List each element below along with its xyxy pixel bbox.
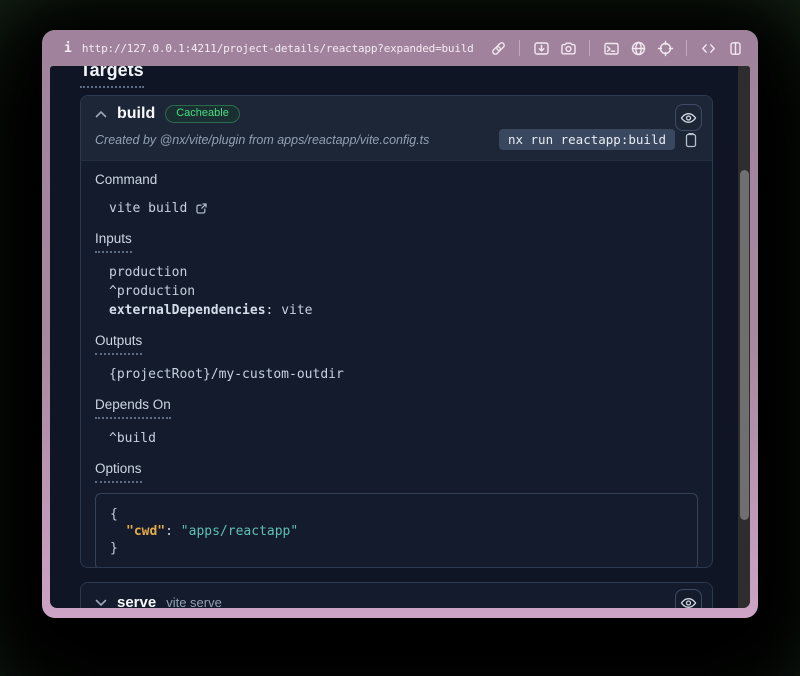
serve-command-summary: vite serve: [166, 595, 222, 609]
outputs-label: Outputs: [95, 333, 142, 355]
split-panel-icon[interactable]: [726, 39, 744, 57]
output-item: {projectRoot}/my-custom-outdir: [109, 365, 698, 384]
view-target-graph-button[interactable]: [675, 589, 702, 608]
depends-on-section: Depends On ^build: [95, 396, 698, 448]
options-section: Options { "cwd": "apps/reactapp" }: [95, 460, 698, 568]
inputs-label: Inputs: [95, 231, 132, 253]
options-label: Options: [95, 461, 142, 483]
json-close-brace: }: [110, 540, 683, 557]
chevron-up-icon[interactable]: [95, 110, 107, 119]
globe-icon[interactable]: [629, 39, 647, 57]
input-item: ^production: [109, 282, 698, 301]
inputs-section: Inputs production ^production externalDe…: [95, 230, 698, 320]
page-viewport: Targets build Cacheable C: [50, 66, 750, 608]
toolbar-separator: [519, 40, 520, 56]
build-card-body: Command vite build Inputs production: [81, 161, 712, 568]
toolbar-separator: [686, 40, 687, 56]
target-card-build: build Cacheable Created by @nx/vite/plug…: [80, 95, 713, 568]
chevron-down-icon[interactable]: [95, 598, 107, 607]
json-cwd-line: "cwd": "apps/reactapp": [110, 523, 683, 540]
build-card-header[interactable]: build Cacheable Created by @nx/vite/plug…: [81, 96, 712, 161]
toolbar-icon-group: [489, 39, 744, 57]
url-bar[interactable]: http://127.0.0.1:4211/project-details/re…: [82, 42, 489, 55]
command-value: vite build: [109, 199, 187, 218]
json-open-brace: {: [110, 506, 683, 523]
cacheable-badge: Cacheable: [165, 105, 240, 123]
scrollbar-track[interactable]: [738, 66, 750, 608]
command-label: Command: [95, 172, 157, 188]
serve-card-header[interactable]: serve vite serve: [81, 583, 712, 608]
depends-on-item: ^build: [109, 429, 698, 448]
run-command-chip: nx run reactapp:build: [499, 129, 675, 150]
link-icon[interactable]: [489, 39, 507, 57]
command-section: Command vite build: [95, 171, 698, 218]
target-card-serve: serve vite serve: [80, 582, 713, 608]
external-link-icon[interactable]: [195, 202, 208, 215]
browser-window: i http://127.0.0.1:4211/project-details/…: [42, 30, 758, 618]
info-icon[interactable]: i: [64, 41, 72, 56]
page-title: Targets: [80, 66, 144, 88]
depends-on-label: Depends On: [95, 397, 171, 419]
view-target-graph-button[interactable]: [675, 104, 702, 131]
browser-toolbar: i http://127.0.0.1:4211/project-details/…: [42, 30, 758, 66]
outputs-section: Outputs {projectRoot}/my-custom-outdir: [95, 332, 698, 384]
toolbar-separator: [589, 40, 590, 56]
scrollbar-thumb[interactable]: [740, 170, 749, 520]
desktop-background: i http://127.0.0.1:4211/project-details/…: [0, 0, 800, 676]
input-item-external-deps: externalDependencies: vite: [109, 301, 698, 320]
camera-icon[interactable]: [559, 39, 577, 57]
crosshair-icon[interactable]: [656, 39, 674, 57]
screenshot-save-icon[interactable]: [532, 39, 550, 57]
created-by-text: Created by @nx/vite/plugin from apps/rea…: [95, 133, 499, 147]
input-item: production: [109, 263, 698, 282]
code-icon[interactable]: [699, 39, 717, 57]
copy-command-button[interactable]: [684, 132, 698, 148]
terminal-icon[interactable]: [602, 39, 620, 57]
options-json-viewer: { "cwd": "apps/reactapp" }: [95, 493, 698, 568]
target-name-serve: serve: [117, 594, 156, 609]
target-name-build: build: [117, 105, 155, 123]
